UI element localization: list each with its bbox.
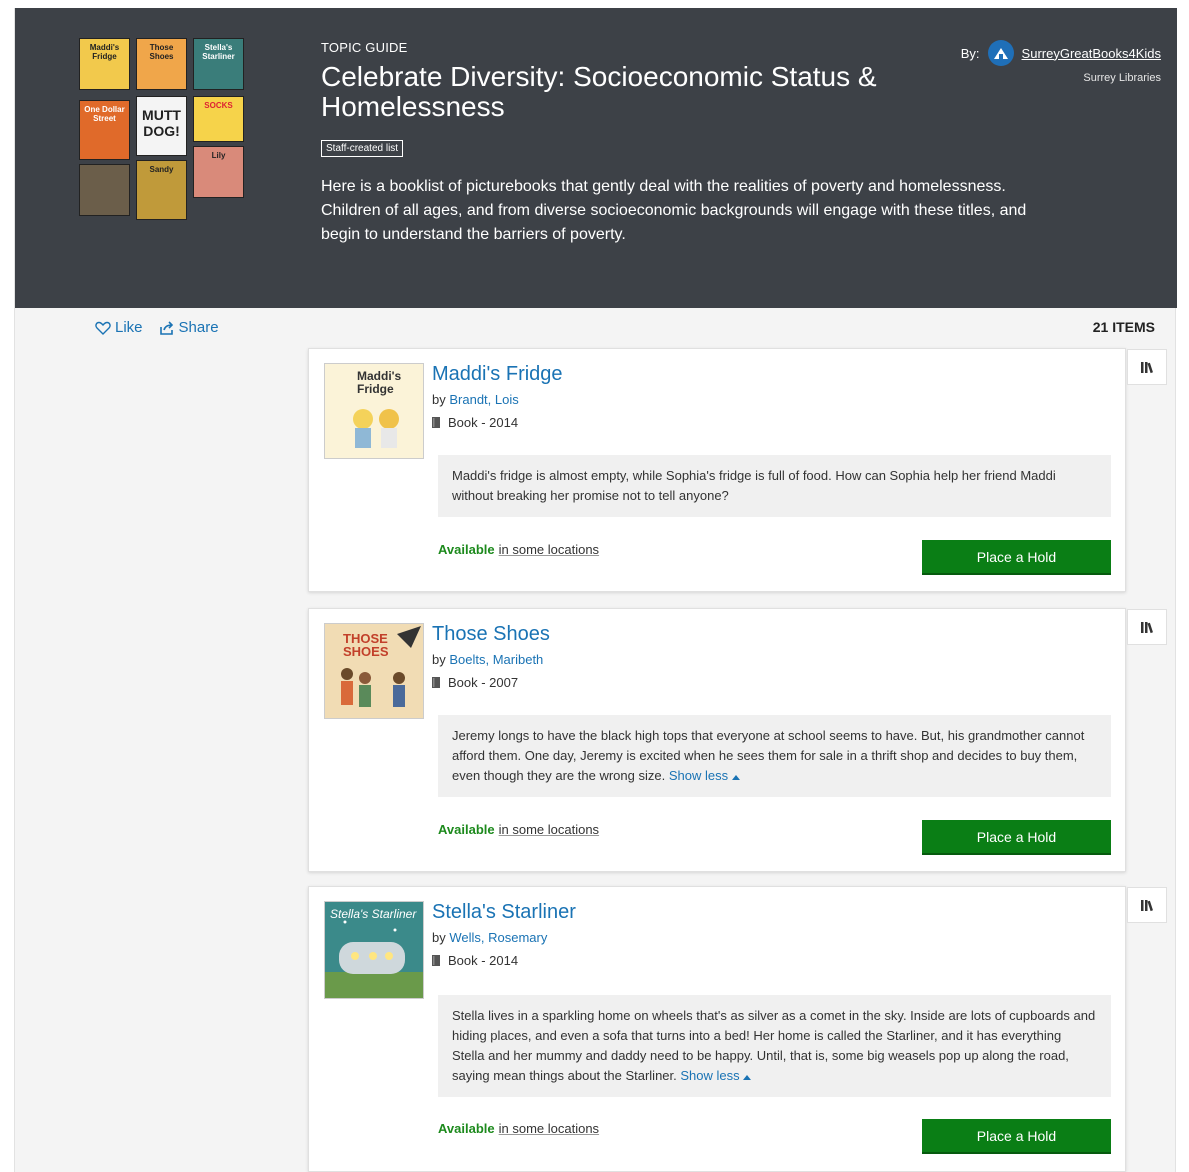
summary-text: Jeremy longs to have the black high tops… [452,728,1085,783]
by-text: by [432,930,446,945]
author-link[interactable]: Wells, Rosemary [449,930,547,945]
availability: Available in some locations [438,542,599,557]
user-organization: Surrey Libraries [1083,72,1161,84]
collage-cover: SOCKS [193,96,244,142]
collage-cover-label: Lily [211,151,226,160]
collage-cover: Sandy [136,160,187,220]
page-title: Celebrate Diversity: Socioeconomic Statu… [321,61,877,122]
collage-cover: One Dollar Street [79,100,130,160]
available-status: Available [438,822,495,837]
collage-cover: Stella's Starliner [193,38,244,90]
shelf-icon [1141,622,1153,634]
book-format-icon [432,955,440,966]
list-description: Here is a booklist of picturebooks that … [321,178,1027,243]
locations-link[interactable]: in some locations [499,542,599,557]
place-hold-button[interactable]: Place a Hold [922,820,1111,855]
book-cover[interactable]: Stella's Starliner [324,901,424,999]
share-label: Share [178,319,219,336]
book-cover[interactable]: THOSE SHOES [324,623,424,719]
list-author: By: SurreyGreatBooks4Kids Surrey Librari… [961,40,1161,84]
format-text: Book - 2007 [448,675,519,690]
book-info: Stella's Starliner by Wells, Rosemary Bo… [432,901,1111,968]
author-link[interactable]: Boelts, Maribeth [449,652,543,667]
book-format-icon [432,417,440,428]
share-button[interactable]: Share [159,319,219,336]
book-cover[interactable]: Maddi's Fridge [324,363,424,459]
book-summary: Maddi's fridge is almost empty, while So… [438,455,1111,517]
show-less-label: Show less [668,768,729,783]
collage-cover: Those Shoes [136,38,187,90]
cover-art-icon [325,920,423,998]
by-text: by [432,392,446,407]
summary-text: Stella lives in a sparkling home on whee… [452,1008,1096,1083]
cover-art-icon [353,409,399,448]
locations-link[interactable]: in some locations [499,1121,599,1136]
show-less-link[interactable]: Show less [669,768,740,783]
collage-cover-label: One Dollar Street [84,105,125,123]
book-summary: Jeremy longs to have the black high tops… [438,715,1111,797]
list-actions: Like Share [95,319,219,336]
add-to-shelf-button[interactable] [1127,609,1167,645]
by-label: By: [960,45,980,61]
available-status: Available [438,542,495,557]
book-title-link[interactable]: Maddi's Fridge [432,363,1111,386]
caret-up-icon [731,775,740,780]
collage-cover: Lily [193,146,244,198]
author-link[interactable]: Brandt, Lois [449,392,518,407]
items-count: 21 ITEMS [1092,319,1155,335]
locations-link[interactable]: in some locations [499,822,599,837]
caret-up-icon [743,1075,752,1080]
book-summary: Stella lives in a sparkling home on whee… [438,995,1111,1097]
availability: Available in some locations [438,822,599,837]
add-to-shelf-button[interactable] [1127,349,1167,385]
show-less-label: Show less [680,1068,740,1083]
share-icon [159,320,173,335]
heart-icon [95,321,111,335]
library-logo-icon [993,48,1008,59]
staff-created-badge: Staff-created list [321,140,404,157]
list-header: Maddi's Fridge Those Shoes Stella's Star… [15,8,1177,308]
collage-cover [79,164,130,216]
availability: Available in some locations [438,1121,599,1136]
collage-cover-label: Those Shoes [149,43,174,61]
collage-cover: MUTT DOG! [136,96,187,156]
page-frame: Maddi's Fridge Those Shoes Stella's Star… [14,8,1177,1172]
collage-cover-label: MUTT DOG! [142,107,181,139]
collage-cover: Maddi's Fridge [79,38,130,90]
collage-cover-label: Stella's Starliner [202,43,235,61]
collage-cover-label: Maddi's Fridge [89,43,120,61]
shelf-icon [1141,900,1153,912]
book-title-link[interactable]: Stella's Starliner [432,901,1111,924]
book-info: Maddi's Fridge by Brandt, Lois Book - 20… [432,363,1111,430]
list-item: THOSE SHOES Those Shoes by Boelts, Marib… [308,608,1167,872]
list-item: Maddi's Fridge Maddi's Fridge by Brandt,… [308,348,1167,592]
cover-art-icon [341,626,421,707]
summary-text: Maddi's fridge is almost empty, while So… [452,468,1056,503]
collage-cover-label: SOCKS [204,101,233,110]
by-text: by [432,652,446,667]
user-link[interactable]: SurreyGreatBooks4Kids [1022,46,1161,61]
book-title-link[interactable]: Those Shoes [432,623,1111,646]
show-less-link[interactable]: Show less [680,1068,752,1083]
book-info: Those Shoes by Boelts, Maribeth Book - 2… [432,623,1111,690]
list-item: Stella's Starliner Stella's Starliner by… [308,886,1167,1172]
like-label: Like [115,319,143,336]
shelf-icon [1141,362,1153,374]
place-hold-button[interactable]: Place a Hold [922,540,1111,575]
place-hold-button[interactable]: Place a Hold [922,1119,1111,1154]
collage-cover-label: Sandy [149,165,174,174]
like-button[interactable]: Like [95,319,143,336]
format-text: Book - 2014 [448,415,519,430]
add-to-shelf-button[interactable] [1127,887,1167,923]
format-text: Book - 2014 [448,953,519,968]
cover-collage: Maddi's Fridge Those Shoes Stella's Star… [79,38,245,228]
available-status: Available [438,1121,495,1136]
book-format-icon [432,677,440,688]
user-avatar[interactable] [987,40,1014,66]
